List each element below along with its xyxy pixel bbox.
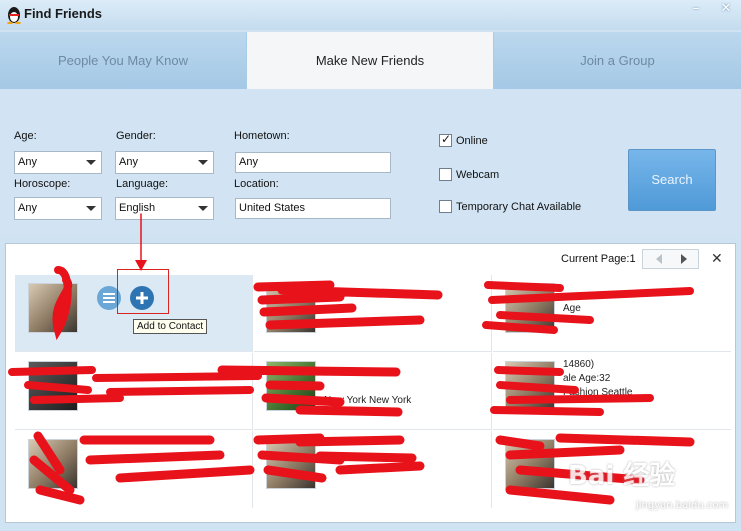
language-label: Language:	[116, 178, 168, 190]
next-page-arrow-icon[interactable]	[681, 254, 687, 264]
minimize-button[interactable]: –	[686, 0, 706, 20]
baidu-watermark-url: jingyan.baidu.com	[636, 500, 729, 511]
avatar[interactable]	[266, 283, 316, 333]
card-location: New York New York	[324, 395, 412, 406]
card-id: 14860)	[563, 359, 595, 370]
webcam-checkbox[interactable]	[439, 168, 452, 181]
horoscope-select[interactable]: Any	[14, 197, 102, 220]
baidu-watermark: Bai 经验	[568, 461, 676, 491]
result-card[interactable]	[254, 275, 492, 352]
card-location: Fashion Seattle	[563, 387, 633, 398]
hometown-field[interactable]: Any	[235, 152, 391, 173]
location-field[interactable]: United States	[235, 198, 391, 219]
tab-people-you-may-know[interactable]: People You May Know	[0, 32, 246, 89]
annotation-highlight-box	[117, 269, 169, 314]
result-card[interactable]	[15, 353, 253, 430]
online-label: Online	[456, 135, 488, 147]
gender-value: Any	[119, 156, 138, 168]
close-results-icon[interactable]: ✕	[711, 251, 723, 267]
title-bar: Find Friends – ✕	[0, 0, 741, 30]
tab-join-a-group[interactable]: Join a Group	[494, 32, 741, 89]
close-window-button[interactable]: ✕	[716, 0, 736, 20]
chevron-down-icon	[86, 160, 96, 165]
language-select[interactable]: English	[115, 197, 214, 220]
age-label: Age:	[14, 130, 37, 142]
webcam-label: Webcam	[456, 169, 500, 181]
avatar[interactable]	[505, 283, 555, 333]
avatar[interactable]	[28, 283, 78, 333]
temporary-chat-label: Temporary Chat Available	[456, 201, 582, 213]
result-card[interactable]: New York New York	[254, 353, 492, 430]
card-gender-age: ale Age:32	[563, 373, 611, 384]
online-checkbox[interactable]	[439, 132, 452, 147]
result-card[interactable]	[254, 431, 492, 508]
horoscope-label: Horoscope:	[14, 178, 71, 190]
avatar[interactable]	[28, 439, 78, 489]
avatar[interactable]	[266, 361, 316, 411]
qq-penguin-icon	[7, 7, 21, 24]
age-select[interactable]: Any	[14, 151, 102, 174]
result-card[interactable]	[15, 431, 253, 508]
gender-label: Gender:	[116, 130, 156, 142]
tab-bar: People You May Know Make New Friends Joi…	[0, 32, 741, 89]
location-label: Location:	[234, 178, 279, 190]
window-title: Find Friends	[24, 6, 102, 21]
avatar[interactable]	[28, 361, 78, 411]
previous-page-arrow-icon[interactable]	[656, 254, 662, 264]
avatar[interactable]	[266, 439, 316, 489]
result-card[interactable]: 14860) ale Age:32 Fashion Seattle	[493, 353, 731, 430]
result-card[interactable]: Age	[493, 275, 731, 352]
add-to-contact-tooltip: Add to Contact	[133, 319, 208, 334]
avatar[interactable]	[505, 439, 555, 489]
hometown-label: Hometown:	[234, 130, 290, 142]
search-button[interactable]: Search	[628, 149, 716, 211]
age-value: Any	[18, 156, 37, 168]
chevron-down-icon	[198, 160, 208, 165]
tab-make-new-friends[interactable]: Make New Friends	[247, 32, 493, 89]
chevron-down-icon	[86, 206, 96, 211]
language-value: English	[119, 202, 156, 214]
gender-select[interactable]: Any	[115, 151, 214, 174]
avatar[interactable]	[505, 361, 555, 411]
pager	[642, 249, 699, 269]
chevron-down-icon	[198, 206, 208, 211]
card-info: Age	[563, 303, 581, 314]
horoscope-value: Any	[18, 202, 37, 214]
temporary-chat-checkbox[interactable]	[439, 200, 452, 213]
current-page-label: Current Page:1	[561, 253, 636, 265]
